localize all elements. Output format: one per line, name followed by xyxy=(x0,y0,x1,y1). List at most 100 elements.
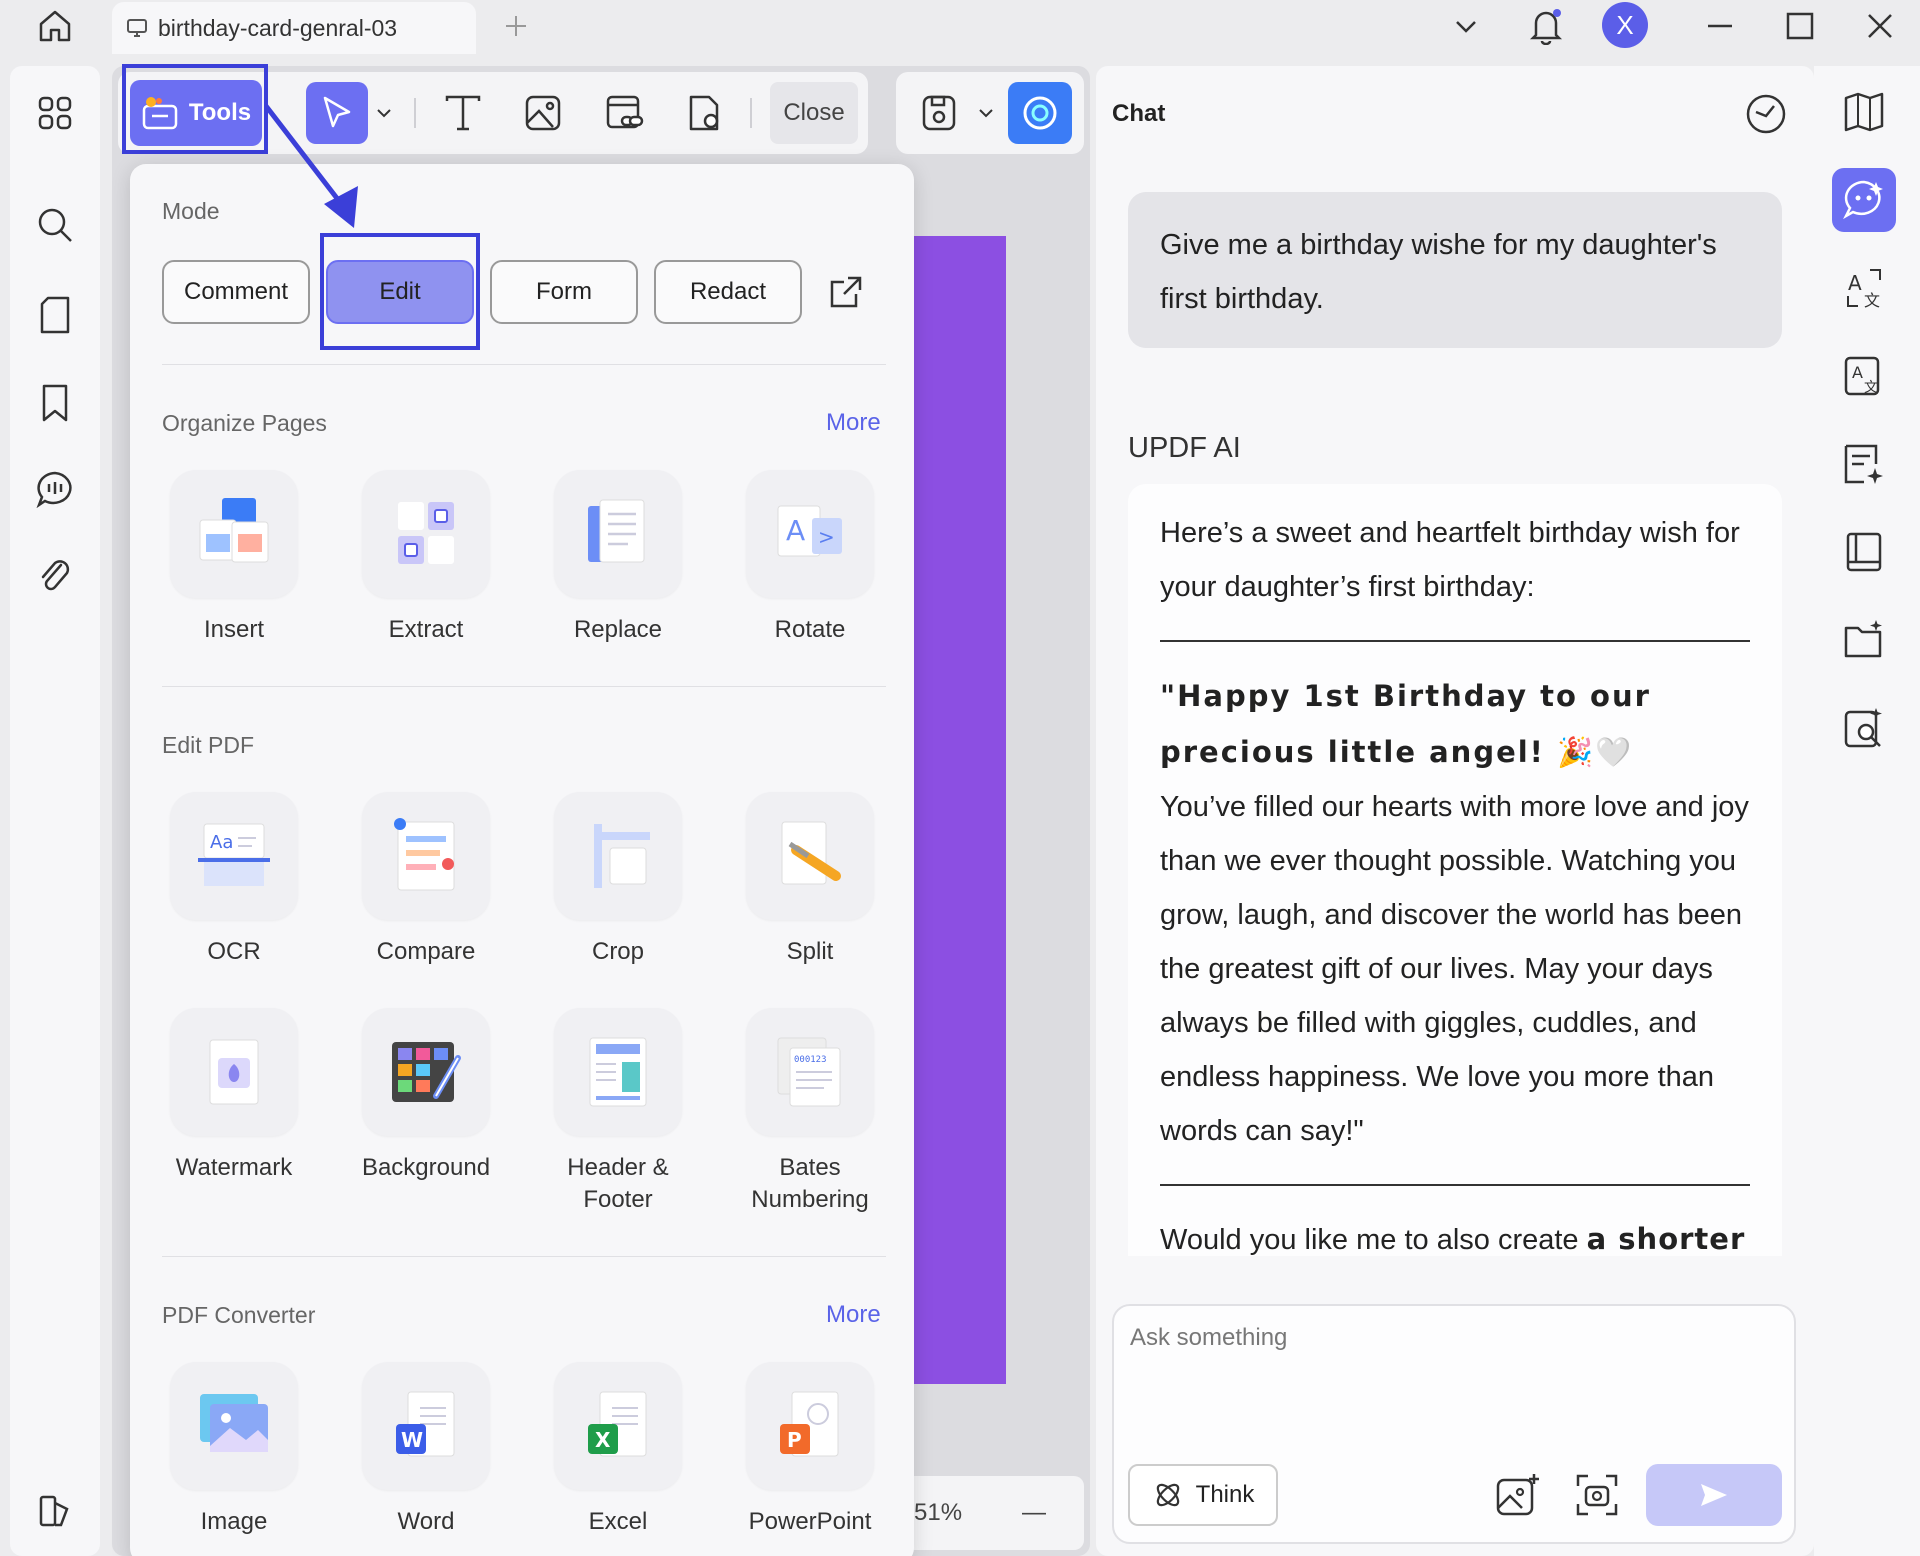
apps-grid-icon[interactable] xyxy=(30,88,80,138)
svg-text:文: 文 xyxy=(1864,380,1878,396)
rotate-icon: A > xyxy=(777,505,842,557)
word-label: Word xyxy=(397,1508,455,1535)
background-tool[interactable] xyxy=(362,1008,490,1136)
ask-input[interactable]: Ask something xyxy=(1130,1324,1287,1352)
chevron-down-icon[interactable] xyxy=(368,82,400,144)
extract-tool[interactable] xyxy=(362,470,490,598)
stamp-tool-icon[interactable] xyxy=(674,82,736,144)
toolbar-divider xyxy=(414,98,416,128)
split-icon xyxy=(781,821,841,885)
reader-mode-icon[interactable] xyxy=(1832,80,1896,144)
pdf-converter-title: PDF Converter xyxy=(162,1302,316,1328)
convert-word-tool[interactable]: W xyxy=(362,1362,490,1490)
maximize-icon[interactable] xyxy=(1780,6,1820,46)
ai-assistant-button[interactable] xyxy=(1008,82,1072,144)
excel-label: Excel xyxy=(588,1508,648,1535)
excel-icon: X xyxy=(588,1391,647,1457)
response-divider xyxy=(1160,1184,1750,1186)
save-icon[interactable] xyxy=(908,82,970,144)
bates-numbering-tool[interactable]: 000123 xyxy=(746,1008,874,1136)
compare-tool[interactable] xyxy=(362,792,490,920)
screenshot-icon[interactable] xyxy=(1574,1472,1620,1518)
watermark-icon xyxy=(209,1039,259,1105)
document-tab[interactable]: birthday-card-genral-03 xyxy=(112,2,476,54)
edit-pdf-title: Edit PDF xyxy=(162,732,255,758)
send-button[interactable] xyxy=(1646,1464,1782,1526)
svg-text:>: > xyxy=(818,525,835,549)
ocr-tool[interactable]: Aa xyxy=(170,792,298,920)
wish-body: You’ve filled our hearts with more love … xyxy=(1160,791,1749,1147)
mode-redact-button[interactable]: Redact xyxy=(654,260,802,324)
user-message: Give me a birthday wishe for my daughter… xyxy=(1128,192,1782,348)
translate-icon[interactable]: A文 xyxy=(1832,256,1896,320)
header-footer-tool[interactable] xyxy=(554,1008,682,1136)
zoom-out-button[interactable]: — xyxy=(1022,1499,1046,1527)
comment-icon[interactable] xyxy=(30,464,80,514)
zoom-value[interactable]: 51% xyxy=(914,1499,962,1527)
folder-ai-icon[interactable] xyxy=(1832,608,1896,672)
mode-comment-button[interactable]: Comment xyxy=(162,260,310,324)
text-tool-icon[interactable] xyxy=(432,82,494,144)
think-button[interactable]: Think xyxy=(1128,1464,1278,1526)
monitor-icon xyxy=(126,17,148,39)
mode-form-button[interactable]: Form xyxy=(490,260,638,324)
crop-icon xyxy=(594,824,650,888)
replace-tool[interactable] xyxy=(554,470,682,598)
response-divider xyxy=(1160,640,1750,642)
image-tool-icon[interactable] xyxy=(512,82,574,144)
history-clock-icon[interactable] xyxy=(1744,92,1788,136)
search-icon[interactable] xyxy=(30,200,80,250)
home-icon[interactable] xyxy=(30,6,80,46)
header-footer-icon xyxy=(589,1037,647,1107)
background-label: Background xyxy=(361,1154,491,1181)
section-divider xyxy=(162,364,886,365)
insert-tool[interactable] xyxy=(170,470,298,598)
organize-more-link[interactable]: More xyxy=(826,409,881,437)
toolbar-divider xyxy=(750,98,752,128)
minimize-icon[interactable] xyxy=(1700,6,1740,46)
ocr-icon: Aa xyxy=(198,823,270,886)
svg-text:A: A xyxy=(1848,271,1862,295)
zoom-control: 51% — xyxy=(896,1476,1084,1550)
convert-image-tool[interactable] xyxy=(170,1362,298,1490)
bell-icon[interactable] xyxy=(1526,6,1566,46)
extract-icon xyxy=(398,502,454,564)
ai-search-icon[interactable] xyxy=(1832,696,1896,760)
mode-section-title: Mode xyxy=(162,198,220,224)
plus-icon[interactable] xyxy=(496,8,536,44)
pages-icon[interactable] xyxy=(30,290,80,340)
close-window-icon[interactable] xyxy=(1860,6,1900,46)
chevron-down-icon[interactable] xyxy=(1446,6,1486,46)
header-footer-label: Header & Footer xyxy=(567,1154,669,1213)
split-tool[interactable] xyxy=(746,792,874,920)
insert-label: Insert xyxy=(203,616,265,643)
watermark-tool[interactable] xyxy=(170,1008,298,1136)
bookmark-icon[interactable] xyxy=(30,378,80,428)
ai-chat-icon[interactable] xyxy=(1832,168,1896,232)
pdf-page[interactable] xyxy=(912,236,1006,1384)
attachment-icon[interactable] xyxy=(30,552,80,602)
rotate-tool[interactable]: A > xyxy=(746,470,874,598)
convert-powerpoint-tool[interactable]: P xyxy=(746,1362,874,1490)
convert-excel-tool[interactable]: X xyxy=(554,1362,682,1490)
powerpoint-icon: P xyxy=(780,1391,839,1457)
image-upload-icon[interactable] xyxy=(1494,1472,1542,1518)
book-icon[interactable] xyxy=(1832,520,1896,584)
wish-heading: "Happy 1st Birthday to our precious litt… xyxy=(1160,679,1651,769)
svg-text:Aa: Aa xyxy=(210,832,233,853)
close-button[interactable]: Close xyxy=(770,82,858,144)
replace-label: Replace xyxy=(573,616,663,643)
crop-tool[interactable] xyxy=(554,792,682,920)
translate-document-icon[interactable]: A文 xyxy=(1832,344,1896,408)
converter-more-link[interactable]: More xyxy=(826,1301,881,1329)
avatar[interactable]: X xyxy=(1602,2,1648,48)
extract-label: Extract xyxy=(388,616,464,643)
theme-icon[interactable] xyxy=(30,1486,80,1536)
annotation-arrow xyxy=(264,104,358,228)
chevron-down-icon[interactable] xyxy=(970,82,1002,144)
external-link-icon[interactable] xyxy=(826,272,866,312)
image-label: Image xyxy=(200,1508,268,1535)
link-tool-icon[interactable] xyxy=(594,82,656,144)
tab-title: birthday-card-genral-03 xyxy=(158,14,398,41)
summarize-icon[interactable] xyxy=(1832,432,1896,496)
